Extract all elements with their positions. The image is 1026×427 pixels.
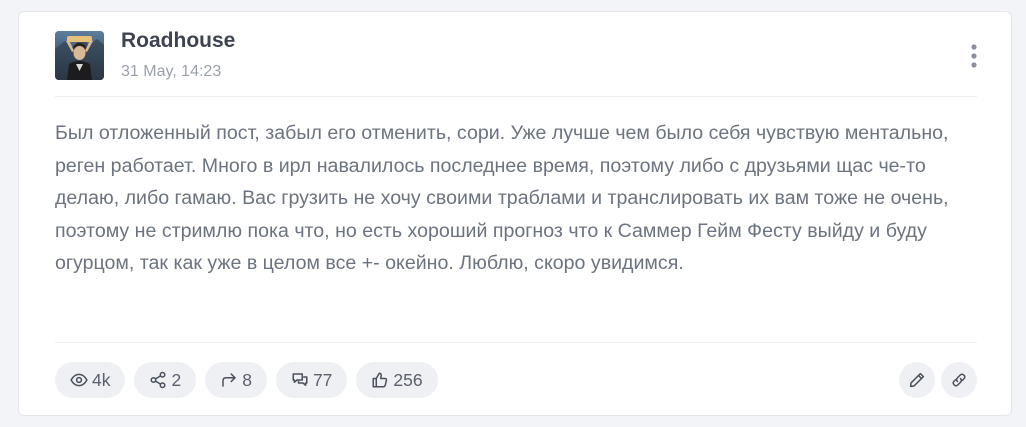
copy-link-button[interactable]: [941, 362, 977, 398]
post-card: Roadhouse 31 May, 14:23 Был отложенный п…: [18, 11, 1012, 416]
views-button[interactable]: 4k: [55, 362, 126, 398]
pencil-icon: [909, 372, 925, 388]
more-vertical-icon[interactable]: [963, 42, 985, 72]
eye-icon: [70, 373, 88, 387]
footer-divider: [55, 342, 977, 343]
repost-arrow-icon: [222, 373, 236, 387]
reposts-button[interactable]: 8: [205, 362, 267, 398]
author-name[interactable]: Roadhouse: [121, 29, 235, 53]
comments-button[interactable]: 77: [275, 362, 348, 398]
avatar-image: [55, 31, 104, 80]
shares-button[interactable]: 2: [134, 362, 197, 398]
link-icon: [952, 373, 966, 387]
reposts-count: 8: [242, 369, 252, 390]
shares-count: 2: [171, 369, 182, 390]
likes-count: 256: [393, 369, 423, 390]
post-stats: 4k 2 8 77 256: [55, 362, 438, 398]
post-text: Был отложенный пост, забыл его отменить,…: [55, 122, 949, 275]
comments-icon: [292, 373, 308, 386]
header-divider: [55, 96, 977, 97]
edit-button[interactable]: [899, 362, 935, 398]
comments-count: 77: [312, 369, 333, 390]
thumbs-up-icon: [372, 372, 388, 388]
avatar[interactable]: [55, 31, 104, 80]
likes-button[interactable]: 256: [356, 362, 438, 398]
views-count: 4k: [92, 369, 111, 390]
share-icon: [150, 371, 166, 389]
post-date[interactable]: 31 May, 14:23: [121, 63, 221, 81]
